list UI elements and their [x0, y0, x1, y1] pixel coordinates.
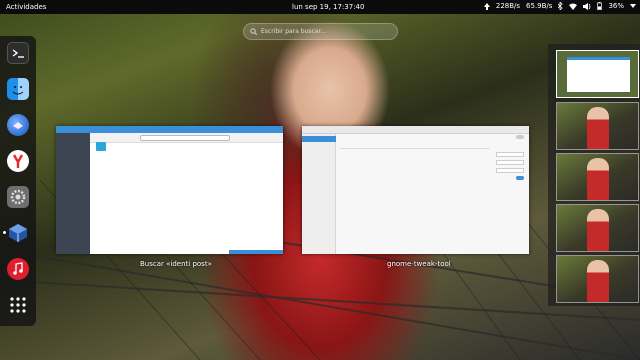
- clock[interactable]: lun sep 19, 17:37:40: [292, 3, 364, 11]
- window-label-file-manager: Buscar «identi post»: [140, 260, 212, 268]
- workspace-thumbnail-1[interactable]: [556, 50, 639, 98]
- workspace-thumbnail-4[interactable]: [556, 204, 639, 252]
- thunderbird-icon[interactable]: [7, 114, 29, 136]
- settings-icon[interactable]: [7, 186, 29, 208]
- volume-icon: [583, 2, 591, 10]
- shell-toggle[interactable]: [516, 176, 524, 180]
- activities-button[interactable]: Actividades: [6, 3, 46, 11]
- network-down-speed: 228B/s: [495, 2, 521, 10]
- music-icon[interactable]: [7, 258, 29, 280]
- cursor-dropdown[interactable]: [496, 168, 524, 173]
- file-manager-window[interactable]: [56, 126, 283, 254]
- tweak-tool-window[interactable]: [302, 126, 529, 254]
- tweak-sidebar: [302, 134, 336, 254]
- file-manager-toolbar: [90, 133, 283, 143]
- bluetooth-icon: [558, 2, 564, 10]
- icons-dropdown[interactable]: [496, 160, 524, 165]
- workspace-thumbnail-3[interactable]: [556, 153, 639, 201]
- folder-icon[interactable]: [96, 142, 106, 151]
- chevron-down-icon: [630, 4, 636, 8]
- search-entry[interactable]: Escribir para buscar...: [243, 23, 398, 40]
- file-manager-sidebar: [56, 133, 90, 254]
- battery-icon: [597, 2, 603, 10]
- search-placeholder: Escribir para buscar...: [261, 28, 327, 35]
- window-label-tweak-tool: gnome-tweak-tool: [387, 260, 451, 268]
- file-manager-headerbar: [56, 126, 283, 133]
- dash: [0, 36, 36, 326]
- system-tray[interactable]: 228B/s 65.9B/s 36%: [483, 2, 636, 10]
- workspace-thumbnail-5[interactable]: [556, 255, 639, 303]
- show-apps-icon[interactable]: [7, 294, 29, 316]
- wifi-icon: [569, 3, 578, 10]
- finder-icon[interactable]: [7, 78, 29, 100]
- running-indicator: [3, 231, 6, 234]
- network-up-speed: 65.9B/s: [526, 2, 553, 10]
- search-icon: [250, 28, 257, 35]
- toggle-switch[interactable]: [516, 135, 524, 139]
- tweak-headerbar: [302, 126, 529, 134]
- workspace-thumbnail-2[interactable]: [556, 102, 639, 150]
- theme-dropdown[interactable]: [496, 152, 524, 157]
- up-arrow-icon: [483, 2, 490, 10]
- file-search-field[interactable]: [140, 135, 230, 141]
- tweak-content: [338, 134, 528, 194]
- status-bar: [229, 250, 283, 254]
- battery-percentage: 36%: [608, 2, 624, 10]
- virtualbox-icon[interactable]: [7, 222, 29, 244]
- yandex-browser-icon[interactable]: [7, 150, 29, 172]
- terminal-icon[interactable]: [7, 42, 29, 64]
- top-bar: Actividades lun sep 19, 17:37:40 228B/s …: [0, 0, 640, 14]
